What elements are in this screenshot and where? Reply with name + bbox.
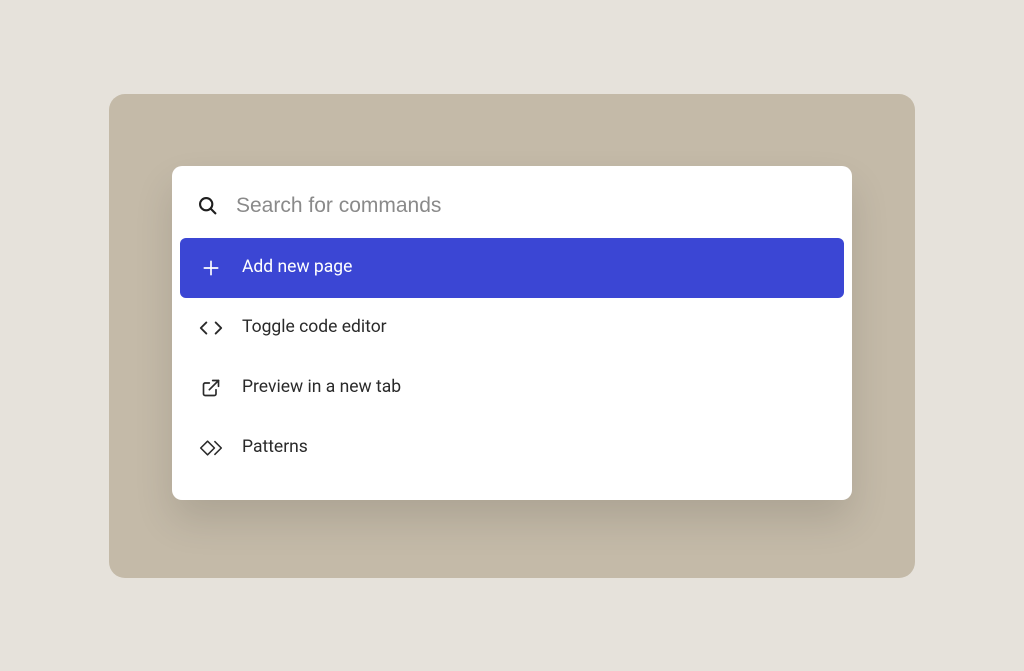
backdrop-panel: Add new page Toggle code editor: [109, 94, 915, 578]
search-input[interactable]: [236, 194, 828, 218]
command-toggle-code-editor[interactable]: Toggle code editor: [180, 298, 844, 358]
search-icon: [196, 195, 218, 217]
plus-icon: [198, 256, 224, 280]
command-palette: Add new page Toggle code editor: [172, 166, 852, 500]
patterns-icon: [198, 436, 224, 460]
command-add-new-page[interactable]: Add new page: [180, 238, 844, 298]
command-label: Patterns: [242, 439, 308, 457]
external-link-icon: [198, 376, 224, 400]
command-list: Add new page Toggle code editor: [172, 238, 852, 478]
command-preview-new-tab[interactable]: Preview in a new tab: [180, 358, 844, 418]
search-row: [172, 178, 852, 238]
command-patterns[interactable]: Patterns: [180, 418, 844, 478]
code-icon: [198, 316, 224, 340]
command-label: Add new page: [242, 259, 352, 277]
command-label: Toggle code editor: [242, 319, 387, 337]
command-label: Preview in a new tab: [242, 379, 401, 397]
